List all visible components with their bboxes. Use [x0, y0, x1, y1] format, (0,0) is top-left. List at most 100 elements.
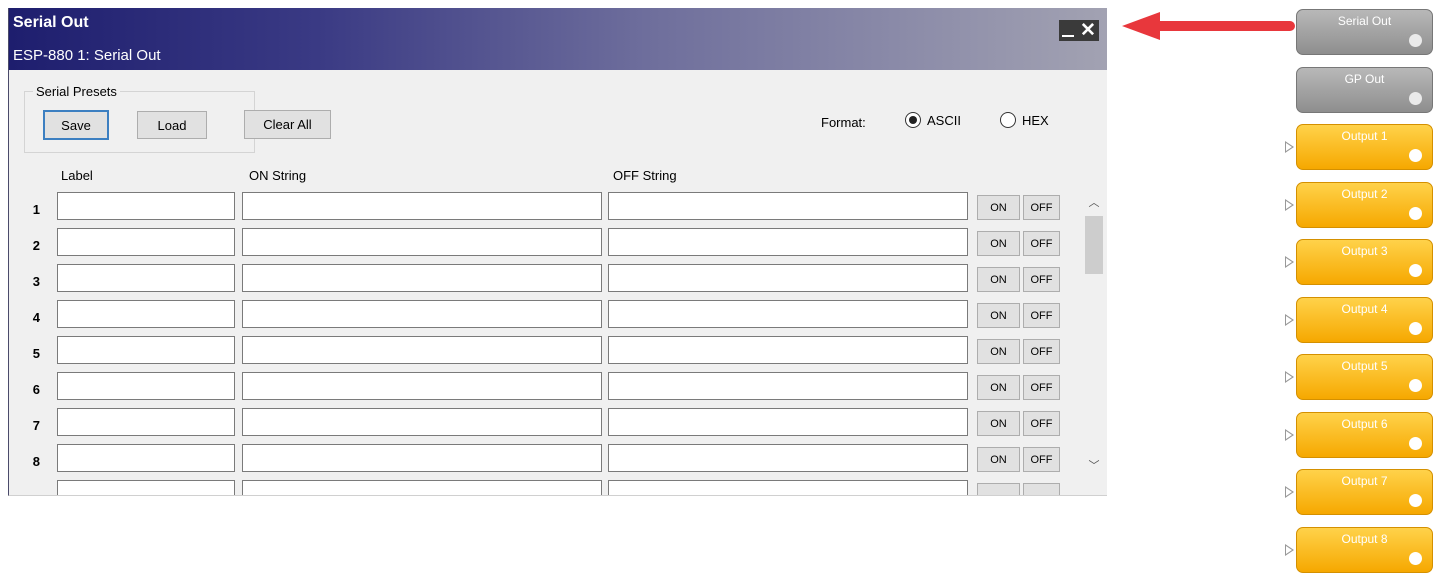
- input-node-icon[interactable]: [1285, 486, 1294, 498]
- input-node-icon[interactable]: [1285, 371, 1294, 383]
- input-node-icon[interactable]: [1285, 198, 1294, 211]
- output-node-icon[interactable]: [1409, 34, 1422, 47]
- output-node-icon[interactable]: [1409, 494, 1422, 507]
- table-row: 7 ON OFF: [9, 408, 1079, 438]
- output-node-icon[interactable]: [1409, 436, 1422, 450]
- input-node-icon[interactable]: [1285, 256, 1294, 268]
- block-serial-out[interactable]: Serial Out: [1296, 9, 1433, 55]
- output-node-icon[interactable]: [1409, 206, 1422, 220]
- on-string-field[interactable]: [242, 444, 602, 472]
- row-off-button[interactable]: [1023, 483, 1060, 495]
- on-string-field[interactable]: [242, 372, 602, 400]
- scroll-thumb[interactable]: [1085, 216, 1103, 274]
- on-string-field[interactable]: [242, 264, 602, 292]
- label-field[interactable]: [57, 480, 235, 495]
- radio-selected-icon: [905, 112, 921, 128]
- input-node-icon[interactable]: [1285, 313, 1294, 326]
- row-on-button[interactable]: ON: [977, 267, 1020, 292]
- input-node-icon[interactable]: [1285, 428, 1294, 441]
- block-label: Output 8: [1341, 531, 1388, 546]
- output-node-icon[interactable]: [1409, 264, 1422, 277]
- off-string-field[interactable]: [608, 192, 968, 220]
- label-field[interactable]: [57, 372, 235, 400]
- row-off-button[interactable]: OFF: [1023, 447, 1060, 472]
- on-string-field[interactable]: [242, 480, 602, 495]
- off-string-field[interactable]: [608, 264, 968, 292]
- block-output-2[interactable]: Output 2: [1296, 181, 1433, 228]
- serial-presets-group: Serial Presets Save Load: [24, 84, 255, 153]
- vertical-scrollbar[interactable]: ︿ ﹀: [1083, 192, 1105, 475]
- block-output-6[interactable]: Output 6: [1296, 411, 1433, 458]
- block-label: Output 7: [1341, 474, 1388, 488]
- row-on-button[interactable]: ON: [977, 231, 1020, 256]
- label-field[interactable]: [57, 228, 235, 256]
- off-string-field[interactable]: [608, 228, 968, 256]
- label-field[interactable]: [57, 192, 235, 220]
- format-ascii-radio[interactable]: ASCII: [905, 112, 961, 128]
- block-output-1[interactable]: Output 1: [1296, 124, 1433, 170]
- output-node-icon[interactable]: [1409, 379, 1422, 392]
- row-on-button[interactable]: ON: [977, 375, 1020, 400]
- block-output-3[interactable]: Output 3: [1296, 239, 1433, 285]
- label-field[interactable]: [57, 444, 235, 472]
- off-string-field[interactable]: [608, 372, 968, 400]
- row-off-button[interactable]: OFF: [1023, 195, 1060, 220]
- block-output-4[interactable]: Output 4: [1296, 296, 1433, 343]
- table-row: 6 ON OFF: [9, 372, 1079, 402]
- block-output-5[interactable]: Output 5: [1296, 354, 1433, 400]
- input-node-icon[interactable]: [1285, 543, 1294, 556]
- format-ascii-label: ASCII: [927, 112, 961, 128]
- row-off-button[interactable]: OFF: [1023, 231, 1060, 256]
- save-button[interactable]: Save: [43, 110, 109, 140]
- radio-unselected-icon: [1000, 112, 1016, 128]
- on-string-field[interactable]: [242, 408, 602, 436]
- block-output-8[interactable]: Output 8: [1296, 526, 1433, 573]
- block-label: Output 4: [1341, 301, 1388, 316]
- scroll-up-icon[interactable]: ︿: [1083, 192, 1105, 212]
- row-off-button[interactable]: OFF: [1023, 375, 1060, 400]
- off-string-field[interactable]: [608, 336, 968, 364]
- on-string-field[interactable]: [242, 336, 602, 364]
- row-on-button[interactable]: ON: [977, 411, 1020, 436]
- title-bar[interactable]: Serial Out ESP-880 1: Serial Out ✕: [9, 8, 1107, 70]
- row-on-button[interactable]: ON: [977, 447, 1020, 472]
- table-row: 8 ON OFF: [9, 444, 1079, 474]
- label-field[interactable]: [57, 264, 235, 292]
- format-hex-radio[interactable]: HEX: [1000, 112, 1049, 128]
- row-off-button[interactable]: OFF: [1023, 303, 1060, 328]
- clear-all-button[interactable]: Clear All: [244, 110, 331, 139]
- output-node-icon[interactable]: [1409, 321, 1422, 335]
- row-on-button[interactable]: ON: [977, 195, 1020, 220]
- off-string-field[interactable]: [608, 300, 968, 328]
- minimize-icon[interactable]: [1062, 34, 1075, 37]
- block-label: Output 2: [1341, 186, 1388, 201]
- scroll-down-icon[interactable]: ﹀: [1083, 455, 1105, 475]
- off-string-field[interactable]: [608, 408, 968, 436]
- block-output-7[interactable]: Output 7: [1296, 469, 1433, 515]
- row-off-button[interactable]: OFF: [1023, 411, 1060, 436]
- label-field[interactable]: [57, 336, 235, 364]
- row-off-button[interactable]: OFF: [1023, 339, 1060, 364]
- serial-presets-label: Serial Presets: [33, 84, 120, 99]
- off-string-field[interactable]: [608, 480, 968, 495]
- block-gp-out[interactable]: GP Out: [1296, 66, 1433, 113]
- load-button[interactable]: Load: [137, 111, 207, 139]
- output-node-icon[interactable]: [1409, 91, 1422, 105]
- on-string-field[interactable]: [242, 192, 602, 220]
- row-off-button[interactable]: OFF: [1023, 267, 1060, 292]
- table-row: 3 ON OFF: [9, 264, 1079, 294]
- row-on-button[interactable]: ON: [977, 339, 1020, 364]
- row-on-button[interactable]: [977, 483, 1020, 495]
- on-string-field[interactable]: [242, 300, 602, 328]
- output-node-icon[interactable]: [1409, 149, 1422, 162]
- row-on-button[interactable]: ON: [977, 303, 1020, 328]
- block-label: GP Out: [1344, 71, 1385, 86]
- format-label: Format:: [821, 115, 866, 130]
- label-field[interactable]: [57, 408, 235, 436]
- on-string-field[interactable]: [242, 228, 602, 256]
- label-field[interactable]: [57, 300, 235, 328]
- input-node-icon[interactable]: [1285, 141, 1294, 153]
- output-node-icon[interactable]: [1409, 551, 1422, 565]
- close-icon[interactable]: ✕: [1080, 21, 1096, 40]
- off-string-field[interactable]: [608, 444, 968, 472]
